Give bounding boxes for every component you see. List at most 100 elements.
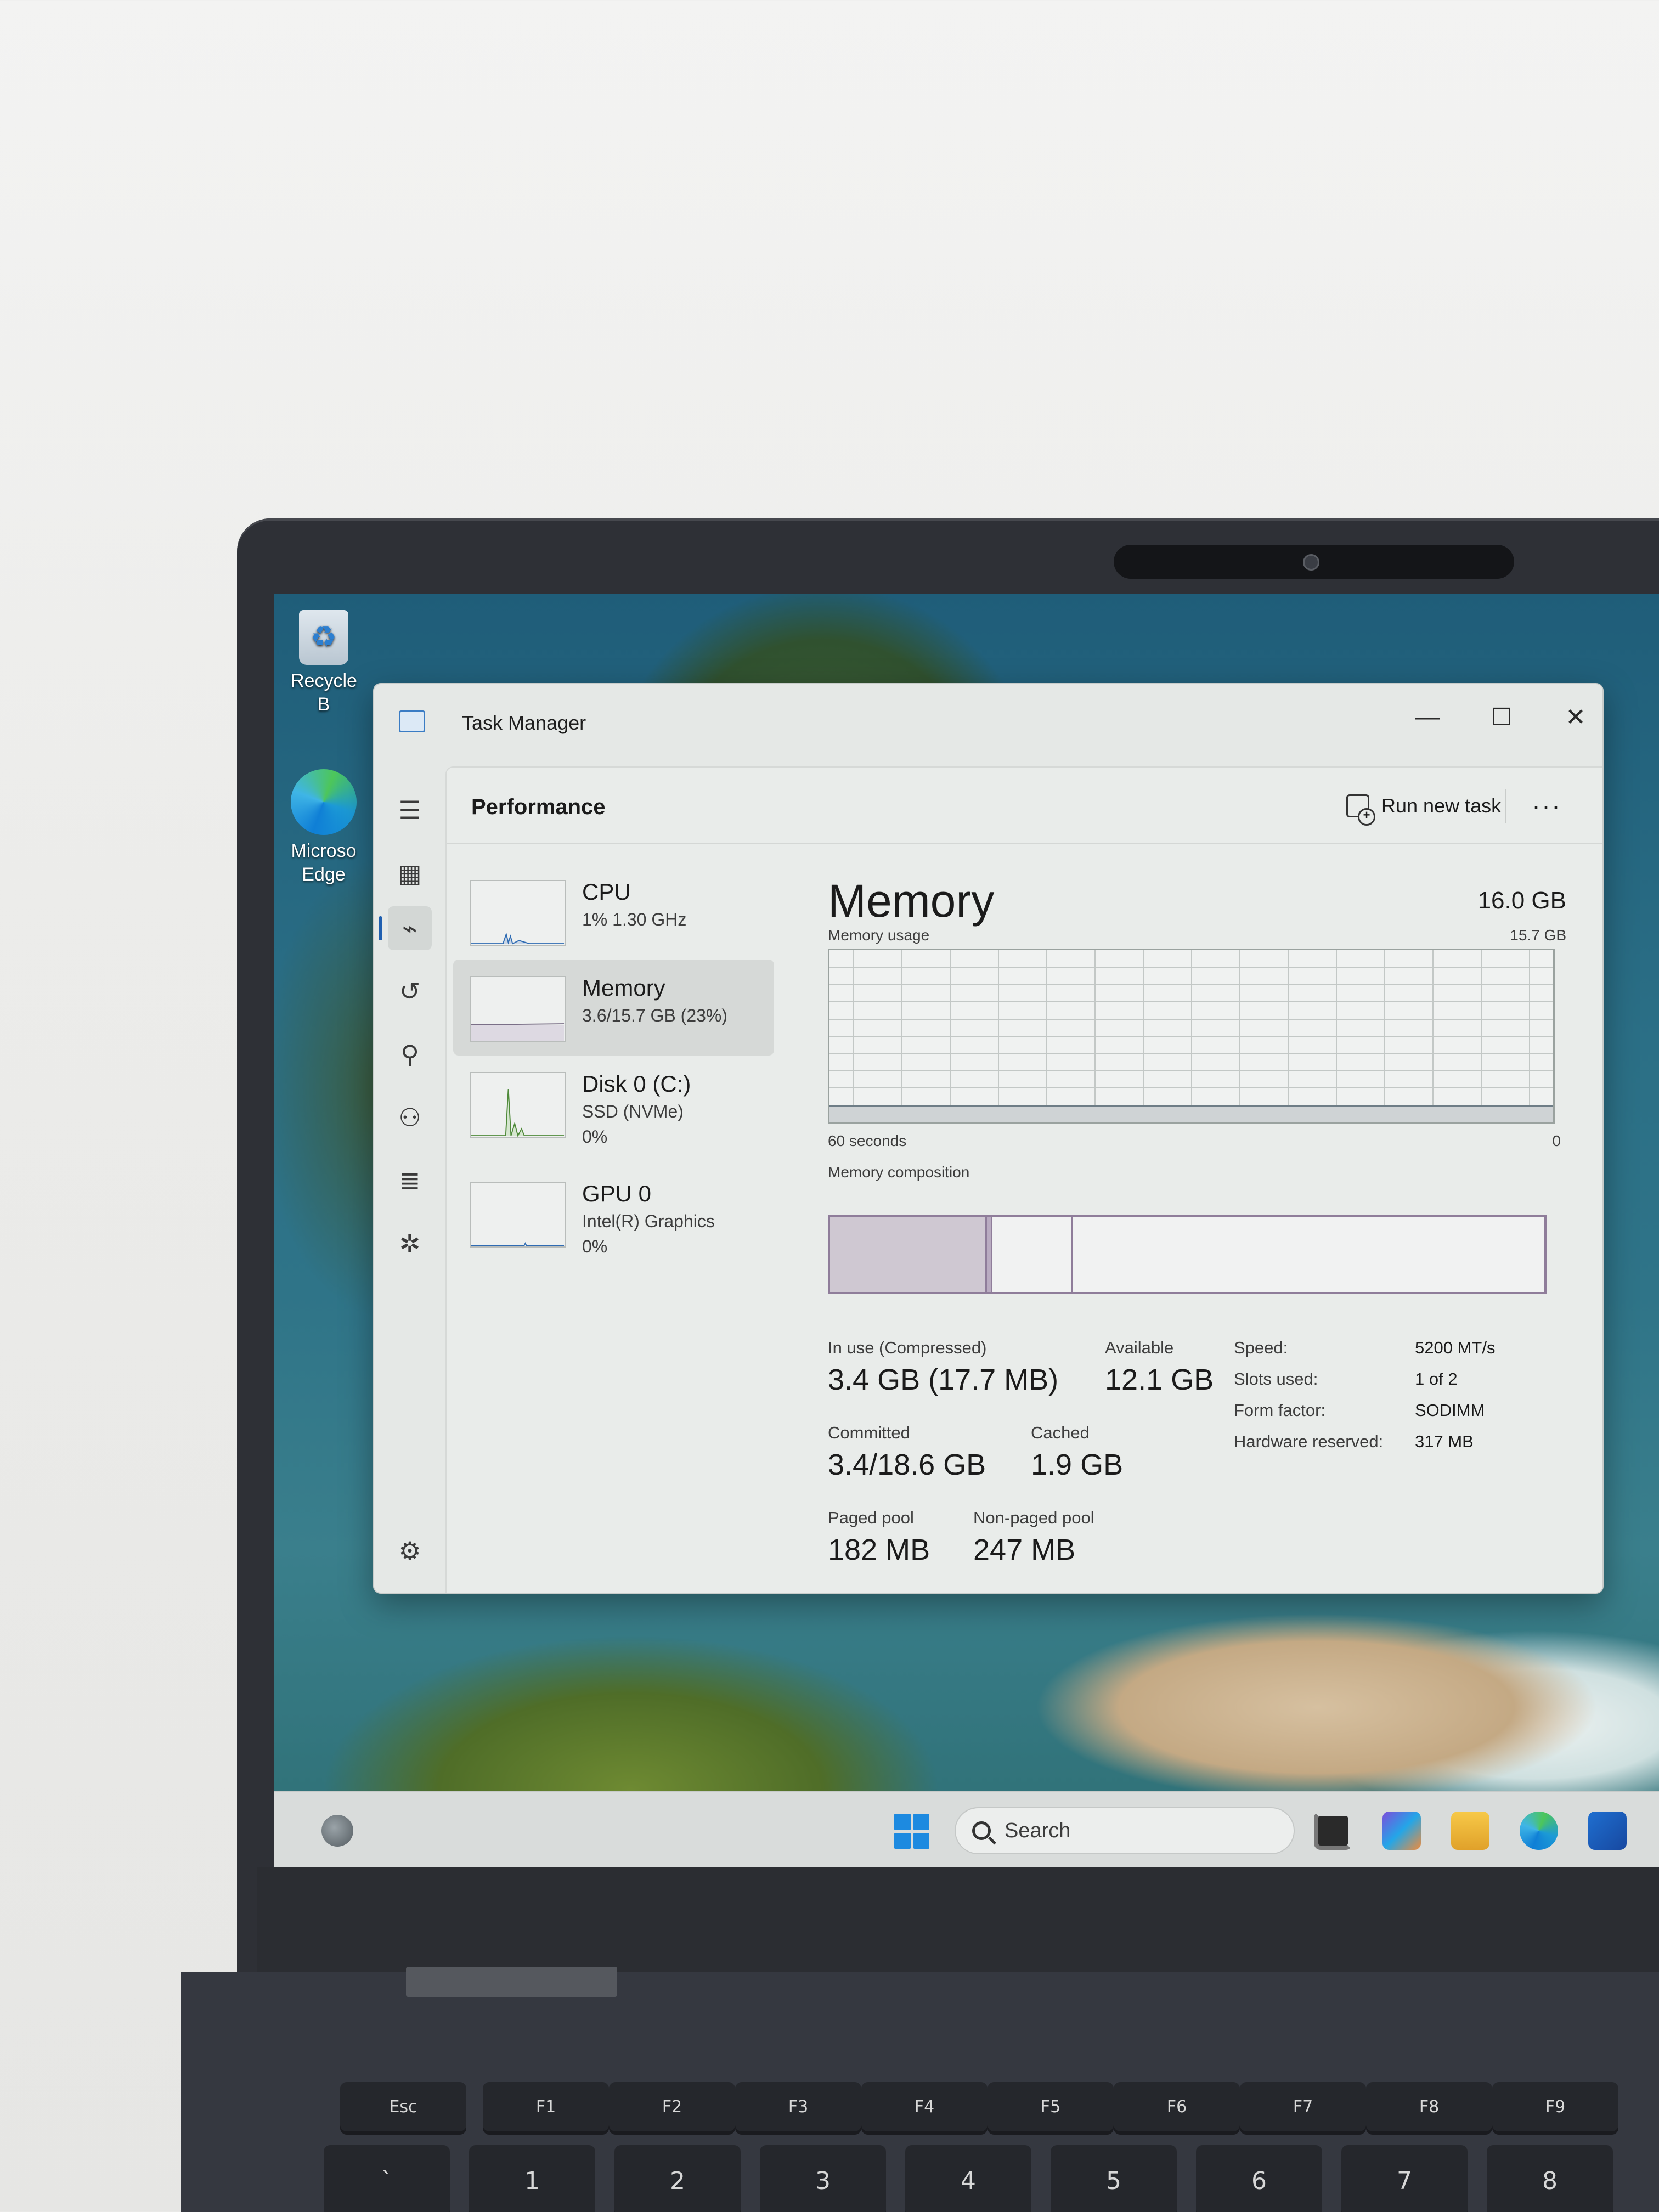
non-paged-pool-label: Non-paged pool	[973, 1508, 1094, 1527]
key-4[interactable]: 4	[905, 2145, 1031, 2212]
memory-thumbnail-graph	[470, 976, 566, 1042]
memory-composition-bar	[828, 1215, 1547, 1294]
committed-label: Committed	[828, 1423, 910, 1442]
key-label: 3	[815, 2166, 831, 2195]
edge-icon	[291, 769, 357, 835]
file-explorer-icon[interactable]	[1451, 1812, 1489, 1850]
speed-value: 5200 MT/s	[1415, 1338, 1496, 1357]
app-history-icon[interactable]: ↺	[388, 969, 432, 1013]
services-icon[interactable]: ✲	[388, 1222, 432, 1266]
more-options-button[interactable]: ···	[1525, 789, 1568, 822]
minimize-button[interactable]: —	[1397, 695, 1458, 739]
resource-detail: 1% 1.30 GHz	[582, 910, 687, 929]
resource-name: Memory	[582, 975, 665, 1001]
startup-apps-icon[interactable]: ⚲	[388, 1032, 432, 1076]
copilot-m365-icon[interactable]	[1383, 1812, 1421, 1850]
edge-icon[interactable]	[1520, 1812, 1558, 1850]
run-new-task-button[interactable]: Run new task	[1335, 787, 1512, 826]
task-view-icon[interactable]	[1314, 1812, 1352, 1850]
desktop-icon-label: Microso Edge	[291, 840, 357, 885]
resource-detail: 3.6/15.7 GB (23%)	[582, 1006, 728, 1025]
main-pane: Performance Run new task ··· CPU 1% 1.30…	[445, 766, 1602, 1593]
nav-rail: ☰ ▦ ⌁ ↺ ⚲ ⚇ ≣ ✲ ⚙	[374, 766, 445, 1593]
graph-gridlines	[830, 950, 1553, 1122]
graph-time-left: 60 seconds	[828, 1132, 907, 1149]
key-label: 5	[1106, 2166, 1121, 2195]
memory-usage-graph	[828, 949, 1555, 1124]
key-label: 1	[524, 2166, 540, 2195]
committed-value: 3.4/18.6 GB	[828, 1448, 986, 1481]
key-f2[interactable]: F2	[609, 2082, 735, 2131]
processes-icon[interactable]: ▦	[388, 851, 432, 895]
hamburger-icon[interactable]: ☰	[388, 788, 432, 832]
resource-item-memory[interactable]: Memory 3.6/15.7 GB (23%)	[453, 960, 774, 1056]
taskbar-search[interactable]: Search	[955, 1807, 1295, 1854]
slots-value: 1 of 2	[1415, 1369, 1458, 1389]
key-7[interactable]: 7	[1341, 2145, 1468, 2212]
performance-icon[interactable]: ⌁	[388, 906, 432, 950]
resource-name: Disk 0 (C:)	[582, 1071, 691, 1097]
resource-item-cpu[interactable]: CPU 1% 1.30 GHz	[453, 864, 774, 960]
key-8[interactable]: 8	[1487, 2145, 1613, 2212]
taskbar: Search	[274, 1791, 1659, 1867]
search-icon	[972, 1821, 991, 1840]
desktop-icon-recycle-bin[interactable]: ♻ Recycle B	[291, 610, 357, 716]
resource-name: CPU	[582, 879, 631, 905]
key-f5[interactable]: F5	[988, 2082, 1114, 2131]
key-f8[interactable]: F8	[1366, 2082, 1492, 2131]
key-tilde[interactable]: `	[324, 2145, 450, 2212]
disk-thumbnail-graph	[470, 1072, 566, 1138]
hinge-strip	[406, 1967, 617, 1997]
resource-usage: 0%	[582, 1237, 608, 1256]
desktop-icon-edge[interactable]: Microso Edge	[291, 769, 357, 886]
key-f6[interactable]: F6	[1114, 2082, 1240, 2131]
memory-total: 16.0 GB	[1477, 887, 1566, 914]
resource-detail: Intel(R) Graphics	[582, 1211, 715, 1231]
key-f7[interactable]: F7	[1240, 2082, 1366, 2131]
in-use-label: In use (Compressed)	[828, 1338, 987, 1357]
memory-usage-fill	[830, 1104, 1553, 1122]
key-f3[interactable]: F3	[735, 2082, 861, 2131]
resource-detail: SSD (NVMe)	[582, 1102, 684, 1121]
non-paged-pool-value: 247 MB	[973, 1533, 1076, 1566]
users-icon[interactable]: ⚇	[388, 1096, 432, 1139]
close-button[interactable]: ✕	[1545, 695, 1602, 739]
key-label: 6	[1251, 2166, 1267, 2195]
memory-usage-label: Memory usage	[828, 927, 930, 944]
run-new-task-label: Run new task	[1381, 794, 1502, 817]
details-icon[interactable]: ≣	[388, 1159, 432, 1203]
recycle-bin-icon: ♻	[299, 610, 348, 665]
widgets-icon[interactable]	[321, 1815, 353, 1847]
available-label: Available	[1105, 1338, 1174, 1357]
title-bar[interactable]: Task Manager — ☐ ✕	[374, 684, 1602, 766]
resource-item-disk[interactable]: Disk 0 (C:) SSD (NVMe) 0%	[453, 1056, 774, 1152]
key-f4[interactable]: F4	[861, 2082, 988, 2131]
header-bar: Performance Run new task ···	[447, 768, 1602, 844]
key-6[interactable]: 6	[1196, 2145, 1322, 2212]
key-5[interactable]: 5	[1051, 2145, 1177, 2212]
start-icon[interactable]	[894, 1814, 929, 1849]
key-f1[interactable]: F1	[483, 2082, 609, 2131]
webcam-icon	[1303, 554, 1319, 571]
run-task-icon	[1346, 794, 1375, 826]
form-factor-label: Form factor:	[1234, 1401, 1326, 1420]
resource-item-gpu[interactable]: GPU 0 Intel(R) Graphics 0%	[453, 1165, 774, 1261]
key-2[interactable]: 2	[614, 2145, 741, 2212]
store-icon[interactable]	[1588, 1812, 1627, 1850]
key-label: `	[381, 2166, 393, 2195]
window-title: Task Manager	[462, 712, 586, 734]
key-3[interactable]: 3	[760, 2145, 886, 2212]
settings-icon[interactable]: ⚙	[388, 1529, 432, 1573]
composition-in-use	[830, 1217, 988, 1292]
key-f9[interactable]: F9	[1492, 2082, 1618, 2131]
memory-composition-label: Memory composition	[828, 1164, 970, 1181]
detail-title: Memory	[828, 875, 995, 927]
hardware-reserved-value: 317 MB	[1415, 1432, 1474, 1451]
resource-usage: 0%	[582, 1127, 608, 1147]
composition-standby	[987, 1217, 1073, 1292]
maximize-button[interactable]: ☐	[1471, 695, 1532, 739]
key-1[interactable]: 1	[469, 2145, 595, 2212]
speed-label: Speed:	[1234, 1338, 1288, 1357]
key-esc[interactable]: Esc	[340, 2082, 466, 2131]
memory-usage-max: 15.7 GB	[1510, 927, 1566, 944]
